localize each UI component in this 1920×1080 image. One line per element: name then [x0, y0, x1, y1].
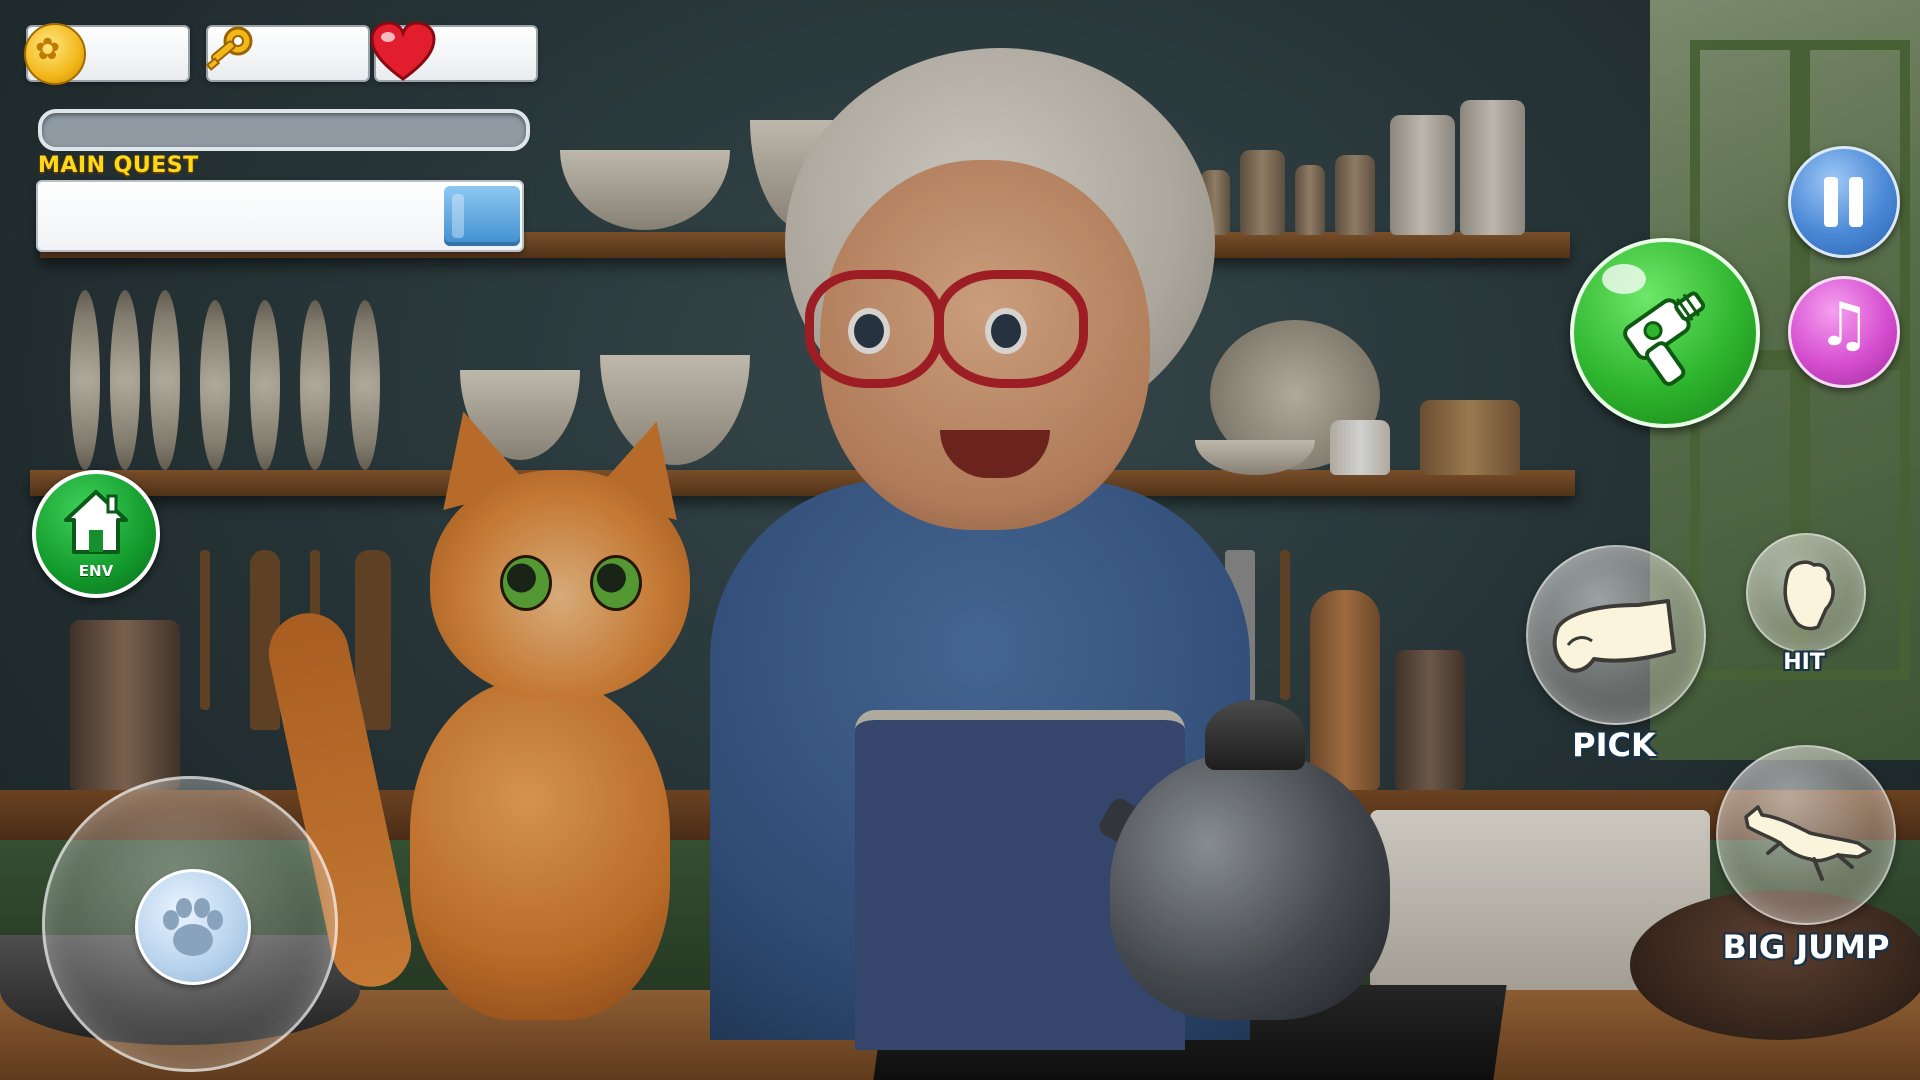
music-note-icon: ♫ [1817, 290, 1871, 360]
heart-icon [370, 21, 436, 81]
house-icon [64, 490, 128, 554]
hit-label: HIT [1783, 650, 1825, 675]
paw-coin-icon: ✿ [24, 23, 86, 85]
pick-button[interactable] [1526, 545, 1706, 725]
joystick-knob[interactable] [135, 869, 251, 985]
blaster-icon [1623, 291, 1706, 386]
blaster-button[interactable] [1570, 238, 1760, 428]
xp-progress-bar [38, 109, 530, 151]
key-counter [205, 25, 370, 82]
big-jump-button[interactable] [1716, 745, 1896, 925]
lives-counter [370, 21, 538, 82]
quest-expand-button[interactable] [444, 186, 520, 246]
env-button[interactable]: ENV [32, 470, 160, 598]
key-icon [205, 26, 253, 71]
big-jump-label: BIG JUMP [1722, 928, 1890, 966]
paw-swipe-icon [1783, 560, 1835, 631]
cat-character [261, 399, 820, 1030]
jumping-cat-icon [1744, 805, 1872, 881]
hand-grab-icon [1552, 599, 1676, 673]
pick-label: PICK [1572, 726, 1656, 764]
movement-joystick[interactable] [42, 776, 338, 1072]
kettle [1110, 750, 1390, 1020]
music-button[interactable]: ♫ [1788, 276, 1900, 388]
main-quest-panel[interactable] [36, 180, 524, 252]
env-label: ENV [78, 562, 114, 580]
pause-button[interactable] [1788, 146, 1900, 258]
kettle-lid [1205, 700, 1305, 770]
paw-icon [163, 898, 223, 956]
hit-button[interactable] [1746, 533, 1866, 653]
main-quest-label: MAIN QUEST [38, 153, 199, 178]
coin-counter: ✿ [24, 23, 190, 85]
